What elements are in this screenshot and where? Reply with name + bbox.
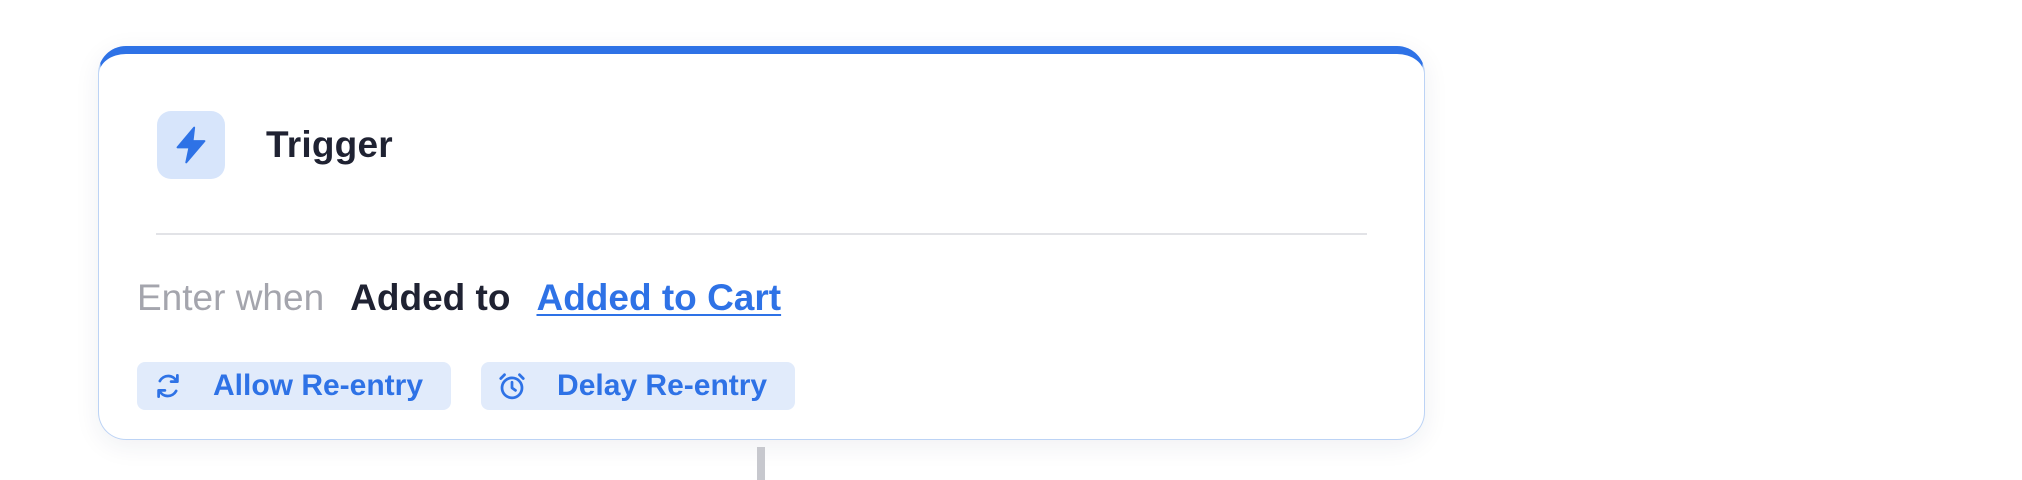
condition-prefix: Enter when	[137, 277, 325, 318]
alarm-clock-icon	[497, 371, 527, 401]
delay-reentry-tag[interactable]: Delay Re-entry	[481, 362, 796, 410]
header-divider	[156, 233, 1367, 235]
delay-reentry-label: Delay Re-entry	[557, 369, 768, 402]
reentry-tags: Allow Re-entry Delay Re-entry	[137, 362, 825, 410]
trigger-card[interactable]: Trigger Enter when Added to Added to Cart …	[98, 46, 1425, 440]
condition-target-link[interactable]: Added to Cart	[536, 277, 781, 318]
condition-event: Added to	[350, 277, 511, 318]
refresh-icon	[153, 371, 183, 401]
allow-reentry-tag[interactable]: Allow Re-entry	[137, 362, 452, 410]
trigger-title: Trigger	[266, 124, 393, 165]
lightning-bolt-icon	[157, 111, 225, 179]
trigger-condition: Enter when Added to Added to Cart	[137, 276, 781, 320]
allow-reentry-label: Allow Re-entry	[213, 369, 424, 402]
flow-connector-line	[757, 447, 765, 480]
trigger-header: Trigger	[157, 111, 393, 179]
